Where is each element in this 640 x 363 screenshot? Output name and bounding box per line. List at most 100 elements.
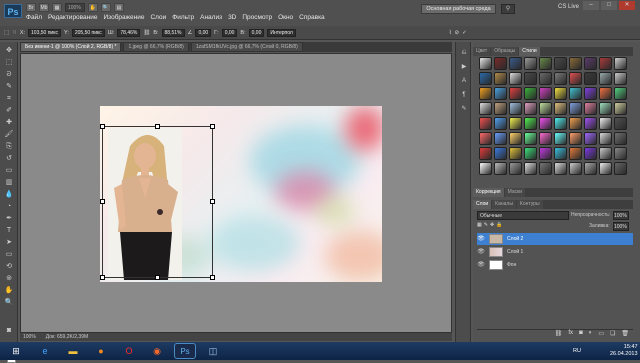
layer-row[interactable]: 👁 Слой 2 <box>477 233 633 245</box>
zoom-select[interactable]: 100% <box>65 3 85 12</box>
menu-image[interactable]: Изображение <box>104 14 145 21</box>
style-swatch[interactable] <box>479 117 492 130</box>
new-layer-icon[interactable]: ❏ <box>610 330 615 338</box>
style-swatch[interactable] <box>494 117 507 130</box>
app-icon[interactable]: ◫ <box>202 343 224 359</box>
menu-3d[interactable]: 3D <box>228 14 236 21</box>
brush-tool-icon[interactable]: 🖌 <box>4 130 14 140</box>
menu-file[interactable]: Файл <box>26 14 42 21</box>
layer-row[interactable]: 👁 Фон <box>477 259 633 271</box>
style-swatch[interactable] <box>554 57 567 70</box>
new-group-icon[interactable]: ▭ <box>598 330 604 338</box>
style-swatch[interactable] <box>599 87 612 100</box>
style-swatch[interactable] <box>584 132 597 145</box>
3d-rotate-tool-icon[interactable]: ⟲ <box>4 262 14 272</box>
style-swatch[interactable] <box>524 147 537 160</box>
transform-icon[interactable]: ⬚ <box>4 30 9 36</box>
cs-live-button[interactable]: CS Live <box>558 4 579 10</box>
paragraph-panel-icon[interactable]: ¶ <box>459 90 469 100</box>
style-swatch[interactable] <box>479 57 492 70</box>
eye-icon[interactable]: 👁 <box>477 233 485 245</box>
actions-panel-icon[interactable]: ▶ <box>459 62 469 72</box>
style-swatch[interactable] <box>569 117 582 130</box>
eye-icon[interactable]: 👁 <box>477 246 485 258</box>
clone-tool-icon[interactable]: ⎘ <box>4 142 14 152</box>
style-swatch[interactable] <box>554 102 567 115</box>
style-swatch[interactable] <box>539 57 552 70</box>
minimize-button[interactable]: – <box>583 1 599 10</box>
search-icon[interactable]: ⚲ <box>501 4 515 14</box>
style-swatch[interactable] <box>614 57 627 70</box>
opacity-field[interactable]: 100% <box>613 211 629 220</box>
photoshop-icon[interactable]: Ps <box>174 343 196 359</box>
pen-tool-icon[interactable]: ✒ <box>4 214 14 224</box>
style-swatch[interactable] <box>584 72 597 85</box>
menu-window[interactable]: Окно <box>278 14 293 21</box>
style-swatch[interactable] <box>614 147 627 160</box>
delete-layer-icon[interactable]: 🗑 <box>621 330 629 338</box>
style-swatch[interactable] <box>599 57 612 70</box>
style-swatch[interactable] <box>554 87 567 100</box>
transform-handle[interactable] <box>155 275 160 280</box>
style-swatch[interactable] <box>509 147 522 160</box>
style-swatch[interactable] <box>614 162 627 175</box>
style-swatch[interactable] <box>509 72 522 85</box>
tab-layers[interactable]: Слои <box>473 200 492 209</box>
style-swatch[interactable] <box>524 87 537 100</box>
style-swatch[interactable] <box>614 72 627 85</box>
style-swatch[interactable] <box>539 102 552 115</box>
transform-handle[interactable] <box>210 275 215 280</box>
zoom-button[interactable]: 🔍 <box>101 3 111 12</box>
interpolation-select[interactable]: Интерпол <box>267 28 296 37</box>
doc-tab-1[interactable]: Без имени-1 @ 100% (Слой 2, RGB/8) * <box>20 42 122 52</box>
style-swatch[interactable] <box>494 57 507 70</box>
style-swatch[interactable] <box>509 57 522 70</box>
style-swatch[interactable] <box>599 117 612 130</box>
transform-handle[interactable] <box>155 124 160 129</box>
blend-mode-select[interactable]: Обычные <box>477 211 569 220</box>
style-swatch[interactable] <box>599 72 612 85</box>
lasso-tool-icon[interactable]: ᘐ <box>4 70 14 80</box>
style-swatch[interactable] <box>509 102 522 115</box>
y-field[interactable]: 205,50 пикс <box>71 28 105 37</box>
doc-tab-2[interactable]: 1.jpeg @ 66,7% (RGB/8) <box>123 42 189 52</box>
style-swatch[interactable] <box>569 162 582 175</box>
eyedropper-tool-icon[interactable]: ✐ <box>4 106 14 116</box>
transform-handle[interactable] <box>210 199 215 204</box>
workspace-button[interactable]: Основная рабочая среда <box>421 4 496 14</box>
style-swatch[interactable] <box>539 147 552 160</box>
healing-tool-icon[interactable]: ✚ <box>4 118 14 128</box>
dodge-tool-icon[interactable]: ◔ <box>4 202 14 212</box>
style-swatch[interactable] <box>599 102 612 115</box>
vskew-field[interactable]: 0,00 <box>248 28 265 37</box>
style-swatch[interactable] <box>584 57 597 70</box>
style-swatch[interactable] <box>569 87 582 100</box>
style-swatch[interactable] <box>584 117 597 130</box>
link-icon[interactable]: ⛓ <box>143 30 150 36</box>
x-field[interactable]: 103,50 пикс <box>28 28 61 37</box>
hskew-field[interactable]: 0,00 <box>221 28 238 37</box>
status-zoom[interactable]: 100% <box>23 333 36 341</box>
link-layers-icon[interactable]: ⛓ <box>555 330 563 338</box>
style-swatch[interactable] <box>524 57 537 70</box>
style-swatch[interactable] <box>554 72 567 85</box>
fill-field[interactable]: 100% <box>613 222 629 231</box>
height-field[interactable]: 88,51% <box>161 28 185 37</box>
tab-swatches[interactable]: Образцы <box>491 47 519 56</box>
layer-row[interactable]: 👁 Слой 1 <box>477 246 633 258</box>
view-extras-button[interactable]: ▦ <box>52 3 62 12</box>
bridge-button[interactable]: Br <box>26 3 36 12</box>
shape-tool-icon[interactable]: ▭ <box>4 250 14 260</box>
gradient-tool-icon[interactable]: ▥ <box>4 178 14 188</box>
tab-paths[interactable]: Контуры <box>516 200 543 209</box>
tab-channels[interactable]: Каналы <box>492 200 516 209</box>
style-swatch[interactable] <box>494 72 507 85</box>
style-swatch[interactable] <box>554 117 567 130</box>
tab-adjustments[interactable]: Коррекция <box>473 188 504 197</box>
hand-tool-icon[interactable]: ✋ <box>4 286 14 296</box>
style-swatch[interactable] <box>494 147 507 160</box>
tab-masks[interactable]: Маски <box>504 188 526 197</box>
windows-start-icon[interactable]: ⊞ <box>5 343 27 359</box>
transform-handle[interactable] <box>210 124 215 129</box>
path-select-tool-icon[interactable]: ➤ <box>4 238 14 248</box>
